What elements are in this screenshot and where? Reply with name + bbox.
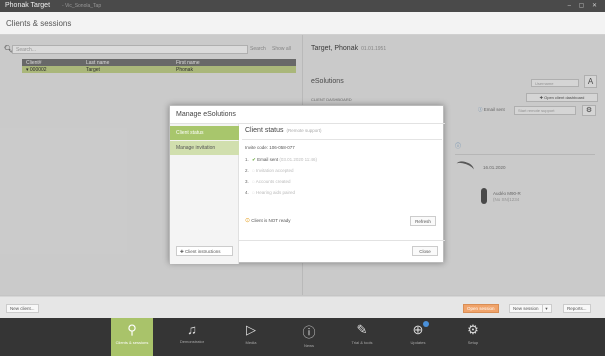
new-client-button[interactable]: New client... — [6, 304, 39, 313]
open-session-button[interactable]: Open session — [463, 304, 499, 313]
window-controls[interactable]: – ▢ ✕ — [568, 2, 600, 9]
action-bar: New client... Open session New session ▼… — [0, 296, 605, 318]
step-label: Email sent — [257, 157, 279, 162]
warning-icon: ⊙ — [245, 218, 251, 224]
new-session-button[interactable]: New session ▼ — [509, 304, 552, 313]
status-heading: Client status (Remote support) — [245, 127, 322, 134]
nav-demonstrator[interactable]: ♫ Demonstrator — [172, 318, 212, 356]
play-icon: ▷ — [246, 322, 256, 337]
tab-client-status[interactable]: Client status — [170, 126, 239, 140]
nav-news[interactable]: ⓘ News — [289, 318, 329, 356]
app-subtitle: - Vic_Sonola_Tap — [62, 3, 102, 9]
tab-manage-invitation[interactable]: Manage invitation — [170, 141, 239, 155]
nav-label: Media — [245, 340, 257, 345]
pending-circle-icon: ◌ — [252, 179, 255, 184]
step-number: 4. — [245, 190, 249, 195]
step-invitation-accepted: 2. ◌ Invitation accepted — [245, 168, 294, 173]
divider — [239, 240, 445, 241]
check-circle-icon: ✔ — [252, 157, 256, 162]
chevron-down-icon[interactable]: ▼ — [541, 305, 549, 313]
person-icon: ⚲ — [127, 322, 137, 337]
reports-button[interactable]: Reports... — [563, 304, 591, 313]
manage-esolutions-dialog: Manage eSolutions Client status Manage i… — [169, 105, 445, 264]
step-number: 2. — [245, 168, 249, 173]
status-subtitle: (Remote support) — [286, 128, 322, 133]
nav-label: Trial & tools — [351, 340, 373, 345]
gear-icon: ⚙ — [467, 322, 479, 337]
nav-label: Clients & sessions — [115, 340, 149, 345]
close-button[interactable]: Close — [412, 246, 438, 256]
page-header: Clients & sessions — [0, 12, 605, 35]
nav-updates[interactable]: ⊕ Updates — [398, 318, 438, 356]
step-label: Hearing aids paired — [255, 190, 296, 195]
dialog-sidebar: Client status Manage invitation — [170, 124, 239, 264]
nav-trial-tools[interactable]: ✎ Trial & tools — [342, 318, 382, 356]
nav-label: Demonstrator — [179, 339, 205, 344]
tools-icon: ✎ — [356, 322, 368, 337]
app-title: Phonak Target — [5, 2, 51, 9]
divider — [242, 139, 442, 140]
download-icon: ⊕ — [412, 322, 424, 337]
nav-label: Setup — [467, 340, 479, 345]
step-email-sent: 1. ✔ Email sent (03.01.2020 11:46) — [245, 157, 317, 163]
pending-circle-icon: ◌ — [252, 168, 255, 173]
step-hearing-aids-paired: 4. ◌ Hearing aids paired — [245, 190, 295, 195]
step-number: 1. — [245, 157, 249, 162]
nav-clients-sessions[interactable]: ⚲ Clients & sessions — [111, 318, 153, 356]
step-detail: (03.01.2020 11:46) — [279, 157, 318, 162]
status-title: Client status — [245, 127, 284, 134]
refresh-button[interactable]: Refresh — [410, 216, 436, 226]
not-ready-text: Client is NOT ready — [251, 218, 291, 223]
update-badge — [423, 321, 429, 327]
step-accounts-created: 3. ◌ Accounts created — [245, 179, 291, 184]
invite-code: Invite code: 106-058-077 — [245, 145, 295, 150]
page-title: Clients & sessions — [6, 19, 72, 28]
nav-setup[interactable]: ⚙ Setup — [453, 318, 493, 356]
dialog-title: Manage eSolutions — [176, 111, 236, 118]
step-number: 3. — [245, 179, 249, 184]
info-icon: ⓘ — [302, 325, 316, 340]
not-ready-status: ⊙ Client is NOT ready — [245, 217, 290, 224]
nav-label: Updates — [410, 340, 426, 345]
pending-circle-icon: ◌ — [252, 190, 255, 195]
step-label: Accounts created — [255, 179, 291, 184]
nav-label: News — [303, 343, 314, 348]
new-session-label: New session — [513, 306, 539, 311]
nav-media[interactable]: ▷ Media — [231, 318, 271, 356]
title-bar: Phonak Target - Vic_Sonola_Tap – ▢ ✕ — [0, 0, 605, 12]
step-label: Invitation accepted — [255, 168, 294, 173]
headset-icon: ♫ — [187, 322, 197, 337]
bottom-nav: ⚲ Clients & sessions ♫ Demonstrator ▷ Me… — [0, 318, 605, 356]
client-instructions-button[interactable]: ✚ Client instructions — [176, 246, 233, 256]
